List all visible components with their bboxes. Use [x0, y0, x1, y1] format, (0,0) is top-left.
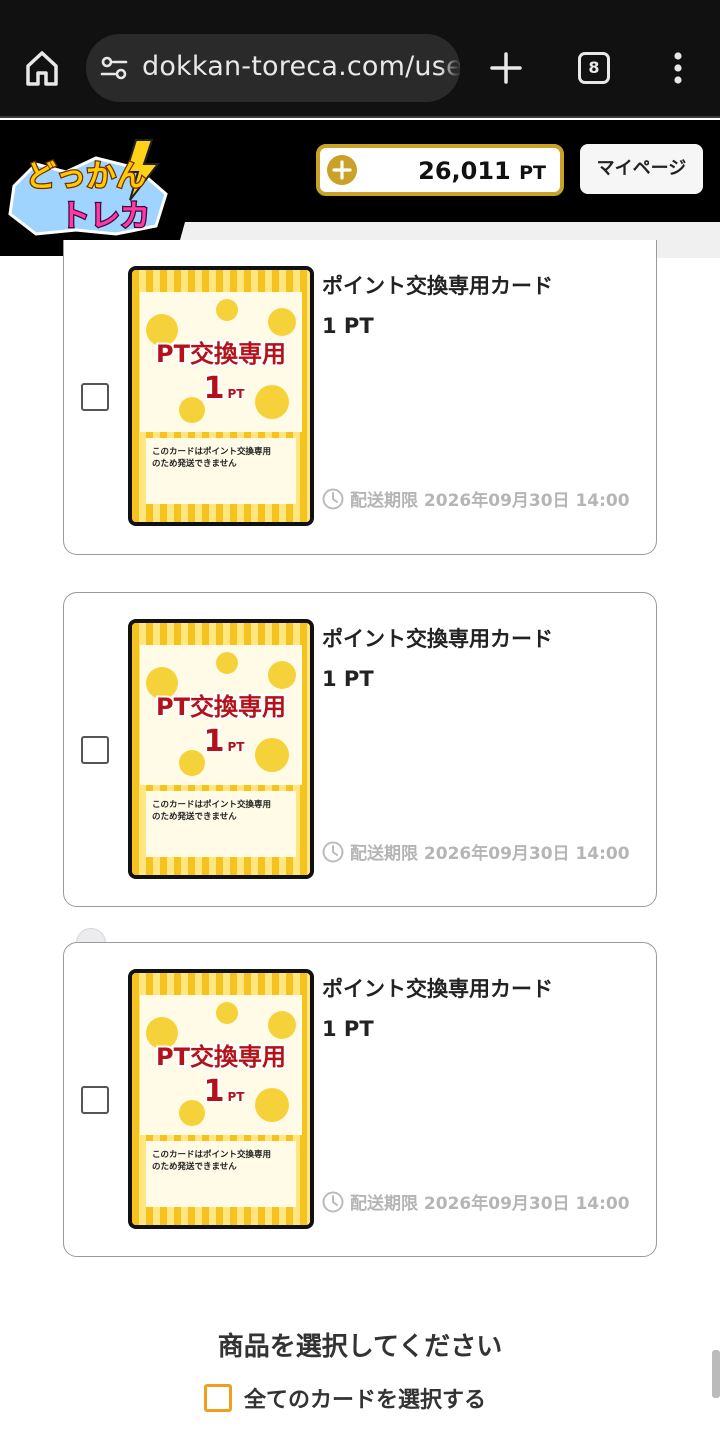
- select-all-checkbox[interactable]: 全てのカードを選択する: [204, 1382, 486, 1416]
- svg-text:PT交換専用: PT交換専用: [156, 1043, 286, 1071]
- item-deadline: 配送期限 2026年09月30日 14:00: [322, 839, 630, 864]
- svg-text:このカードはポイント交換専用: このカードはポイント交換専用: [152, 799, 271, 810]
- svg-text:トレカ: トレカ: [60, 199, 150, 234]
- item-name: ポイント交換専用カード: [322, 977, 553, 1001]
- item-price: 1 PT: [322, 314, 374, 338]
- home-icon[interactable]: [24, 48, 60, 88]
- point-exchange-card-image: PT交換専用 1 PT このカードはポイント交換専用 のため発送できません: [128, 969, 314, 1229]
- item-price: 1 PT: [322, 667, 374, 691]
- svg-text:PT: PT: [228, 1090, 246, 1104]
- mypage-button[interactable]: マイページ: [580, 144, 703, 194]
- svg-text:PT: PT: [228, 387, 246, 401]
- svg-text:PT: PT: [228, 740, 246, 754]
- item-deadline: 配送期限 2026年09月30日 14:00: [322, 486, 630, 511]
- clock-icon: [322, 488, 344, 510]
- svg-text:のため発送できません: のため発送できません: [152, 458, 237, 469]
- points-value: 26,011 PT: [418, 157, 546, 185]
- svg-text:1: 1: [204, 724, 225, 759]
- site-settings-icon[interactable]: [100, 54, 128, 82]
- url-fade: [440, 34, 460, 102]
- svg-text:1: 1: [204, 1074, 225, 1109]
- item-deadline: 配送期限 2026年09月30日 14:00: [322, 1189, 630, 1214]
- item-checkbox[interactable]: [81, 383, 109, 411]
- new-tab-plus-icon[interactable]: [488, 50, 524, 86]
- item-card: PT交換専用 1 PT このカードはポイント交換専用 のため発送できません ポイ…: [63, 592, 657, 907]
- clock-icon: [322, 841, 344, 863]
- item-card: PT交換専用 1 PT このカードはポイント交換専用 のため発送できません ポイ…: [63, 240, 657, 555]
- browser-toolbar: dokkan-toreca.com/user 8: [0, 0, 720, 118]
- url-text[interactable]: dokkan-toreca.com/user: [142, 51, 460, 82]
- item-price: 1 PT: [322, 1017, 374, 1041]
- select-prompt: 商品を選択してください: [217, 1332, 503, 1362]
- points-balance[interactable]: 26,011 PT: [316, 144, 564, 196]
- item-name: ポイント交換専用カード: [322, 274, 553, 298]
- item-checkbox[interactable]: [81, 736, 109, 764]
- svg-text:このカードはポイント交換専用: このカードはポイント交換専用: [152, 1149, 271, 1160]
- point-exchange-card-image: PT交換専用 1 PT このカードはポイント交換専用 のため発送できません: [128, 266, 314, 526]
- svg-text:PT交換専用: PT交換専用: [156, 340, 286, 368]
- tab-switcher-icon[interactable]: 8: [578, 52, 610, 84]
- item-checkbox[interactable]: [81, 1086, 109, 1114]
- svg-text:PT交換専用: PT交換専用: [156, 693, 286, 721]
- point-exchange-card-image: PT交換専用 1 PT このカードはポイント交換専用 のため発送できません: [128, 619, 314, 879]
- item-name: ポイント交換専用カード: [322, 627, 553, 651]
- select-all-box[interactable]: [204, 1384, 232, 1412]
- svg-text:のため発送できません: のため発送できません: [152, 811, 237, 822]
- scrollbar-thumb[interactable]: [712, 1350, 720, 1398]
- svg-text:どっかん: どっかん: [26, 159, 146, 194]
- svg-text:のため発送できません: のため発送できません: [152, 1161, 237, 1172]
- clock-icon: [322, 1191, 344, 1213]
- select-all-label[interactable]: 全てのカードを選択する: [244, 1388, 486, 1413]
- more-menu-icon[interactable]: [668, 50, 688, 86]
- address-bar[interactable]: dokkan-toreca.com/user: [86, 34, 460, 102]
- add-points-icon[interactable]: [326, 154, 358, 186]
- svg-text:1: 1: [204, 371, 225, 406]
- svg-text:このカードはポイント交換専用: このカードはポイント交換専用: [152, 446, 271, 457]
- site-logo[interactable]: どっかん トレカ: [6, 134, 174, 242]
- item-card: PT交換専用 1 PT このカードはポイント交換専用 のため発送できません ポイ…: [63, 942, 657, 1257]
